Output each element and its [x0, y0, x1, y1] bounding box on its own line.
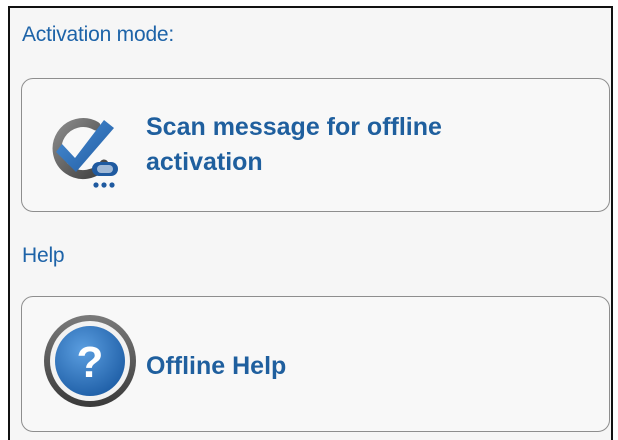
offline-help-label: Offline Help [146, 352, 287, 380]
svg-text:?: ? [77, 338, 104, 387]
offline-help-button[interactable]: ? Offline Help [21, 296, 610, 432]
checkmark-scanner-icon [52, 118, 118, 188]
scan-message-label: Scan message for offline activation [146, 113, 442, 176]
help-question-icon: ? [44, 315, 136, 407]
activation-panel: Activation mode: Scan message for offlin… [8, 6, 613, 440]
help-heading: Help [22, 244, 65, 267]
activation-mode-heading: Activation mode: [22, 23, 175, 46]
scan-message-button[interactable]: Scan message for offline activation [21, 78, 610, 212]
